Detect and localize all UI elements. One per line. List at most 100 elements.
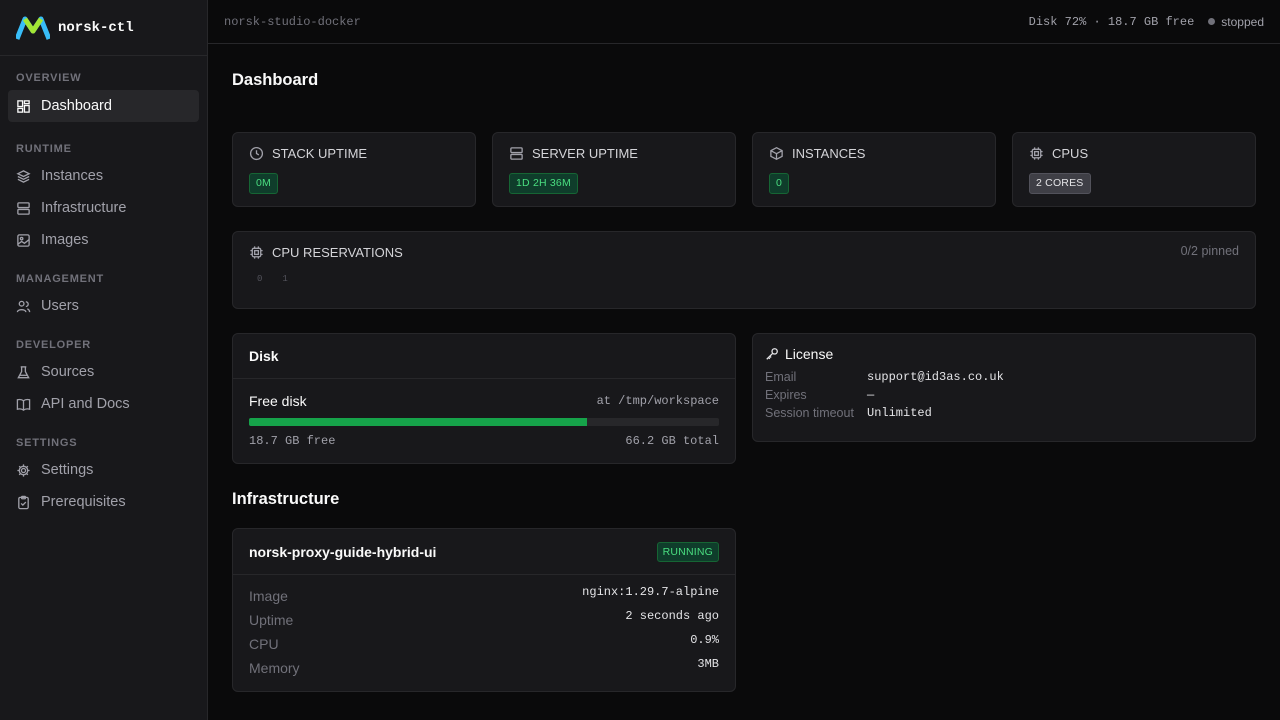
cpu-core-list: 0 1 [249, 274, 1239, 284]
sidebar-item-infrastructure[interactable]: Infrastructure [8, 192, 199, 224]
sidebar-item-images[interactable]: Images [8, 224, 199, 256]
sidebar-item-sources[interactable]: Sources [8, 356, 199, 388]
clock-icon [249, 146, 264, 160]
detail-row: CPU 0.9% [249, 633, 719, 657]
infrastructure-item-details: Image nginx:1.29.7-alpine Uptime 2 secon… [233, 575, 735, 681]
disk-card-title: Disk [233, 334, 735, 379]
nav-section-runtime: RUNTIME [16, 143, 72, 155]
project-name: norsk-studio-docker [224, 14, 361, 29]
detail-key: Image [249, 588, 288, 604]
sidebar-item-api-docs[interactable]: API and Docs [8, 388, 199, 420]
detail-row: Image nginx:1.29.7-alpine [249, 585, 719, 609]
image-icon [17, 233, 30, 247]
stat-value-badge: 0 [769, 173, 790, 194]
stat-card-cpus: CPUS 2 CORES [1012, 132, 1256, 207]
disk-path: at /tmp/workspace [596, 394, 719, 408]
app-name: norsk-ctl [58, 19, 134, 36]
page-title: Dashboard [232, 71, 319, 89]
stat-label: INSTANCES [792, 145, 866, 161]
license-title: License [785, 346, 834, 362]
disk-usage-bar-fill [249, 418, 588, 426]
stat-card-stack-uptime: STACK UPTIME 0M [232, 132, 476, 207]
sidebar-item-dashboard[interactable]: Dashboard [8, 90, 199, 122]
detail-key: CPU [249, 636, 279, 652]
nav-section-settings: SETTINGS [16, 437, 78, 449]
brand[interactable]: norsk-ctl [0, 0, 207, 56]
sidebar-item-label: Infrastructure [41, 200, 127, 216]
detail-value: 3MB [697, 657, 719, 671]
sidebar-item-instances[interactable]: Instances [8, 160, 199, 192]
detail-key: Uptime [249, 612, 294, 628]
cpu-core-cell[interactable]: 0 [257, 274, 262, 284]
disk-usage-summary: Disk 72% · 18.7 GB free [1028, 14, 1195, 29]
license-key: Session timeout [765, 406, 854, 420]
cpu-reservations-label: CPU RESERVATIONS [272, 244, 403, 260]
detail-value: 0.9% [690, 633, 719, 647]
license-value: Unlimited [867, 406, 932, 420]
stat-card-instances: INSTANCES 0 [752, 132, 996, 207]
detail-value: nginx:1.29.7-alpine [582, 585, 719, 599]
cpu-reservations-card: CPU RESERVATIONS 0/2 pinned 0 1 [232, 231, 1256, 309]
sidebar-item-label: Dashboard [41, 98, 112, 114]
clipboard-check-icon [18, 495, 29, 509]
free-disk-label: Free disk [249, 393, 307, 409]
stack-status-label: stopped [1221, 14, 1264, 29]
stat-label: SERVER UPTIME [532, 145, 638, 161]
topbar-status-area: Disk 72% · 18.7 GB free stopped [1029, 15, 1264, 29]
status-dot-icon [1208, 18, 1216, 25]
detail-value: 2 seconds ago [625, 609, 719, 623]
cpu-icon [250, 245, 263, 259]
disk-card: Disk Free disk at /tmp/workspace 18.7 GB… [232, 333, 736, 464]
cpu-pinned-count: 0/2 pinned [1180, 244, 1239, 258]
stat-card-server-uptime: SERVER UPTIME 1D 2H 36M [492, 132, 736, 207]
sidebar: norsk-ctl OVERVIEW Dashboard RUNTIME Ins… [0, 0, 208, 720]
topbar: norsk-studio-docker Disk 72% · 18.7 GB f… [208, 0, 1280, 44]
status-badge: RUNNING [656, 541, 719, 562]
stat-value-badge: 0M [249, 173, 278, 194]
infrastructure-item-card[interactable]: norsk-proxy-guide-hybrid-ui RUNNING Imag… [232, 528, 736, 692]
sidebar-item-users[interactable]: Users [8, 290, 199, 322]
sidebar-item-label: Settings [41, 462, 94, 478]
gear-icon [17, 463, 30, 477]
infrastructure-section-title: Infrastructure [232, 490, 340, 508]
sidebar-item-label: Images [41, 232, 89, 248]
sidebar-item-prerequisites[interactable]: Prerequisites [8, 486, 199, 518]
server-icon [17, 201, 30, 215]
nav-section-management: MANAGEMENT [16, 273, 105, 285]
disk-usage-bar [249, 418, 719, 426]
box-icon [770, 146, 783, 160]
sidebar-item-label: Instances [41, 168, 104, 184]
cpu-icon [1030, 146, 1043, 160]
cpu-core-cell[interactable]: 1 [282, 274, 287, 284]
dashboard-icon [17, 99, 30, 113]
layers-icon [16, 169, 31, 183]
license-value: support@id3as.co.uk [867, 370, 1004, 384]
stat-value-badge: 2 CORES [1029, 173, 1091, 194]
sidebar-item-label: Prerequisites [41, 494, 126, 510]
license-key: Email [765, 370, 797, 384]
book-icon [16, 398, 31, 411]
license-value: — [867, 388, 875, 402]
infrastructure-item-name[interactable]: norsk-proxy-guide-hybrid-ui [249, 544, 436, 560]
disk-total: 66.2 GB total [625, 434, 719, 448]
norsk-logo-icon [16, 16, 50, 40]
license-key: Expires [765, 388, 807, 402]
server-icon [510, 146, 523, 160]
sidebar-item-settings[interactable]: Settings [8, 454, 199, 486]
detail-row: Uptime 2 seconds ago [249, 609, 719, 633]
stat-label: CPUS [1052, 145, 1089, 161]
sidebar-item-label: Users [41, 298, 79, 314]
nav-section-developer: DEVELOPER [16, 339, 92, 351]
sidebar-item-label: Sources [41, 364, 95, 380]
detail-key: Memory [249, 660, 300, 676]
nav-section-overview: OVERVIEW [16, 72, 82, 84]
key-icon [766, 348, 778, 360]
sidebar-nav: OVERVIEW Dashboard RUNTIME Instances Inf… [0, 70, 207, 518]
stack-status: stopped [1208, 15, 1264, 29]
detail-row: Memory 3MB [249, 657, 719, 681]
stat-label: STACK UPTIME [272, 145, 368, 161]
disk-free: 18.7 GB free [249, 434, 336, 448]
sidebar-item-label: API and Docs [41, 396, 130, 412]
stat-value-badge: 1D 2H 36M [509, 173, 578, 194]
users-icon [16, 300, 31, 312]
